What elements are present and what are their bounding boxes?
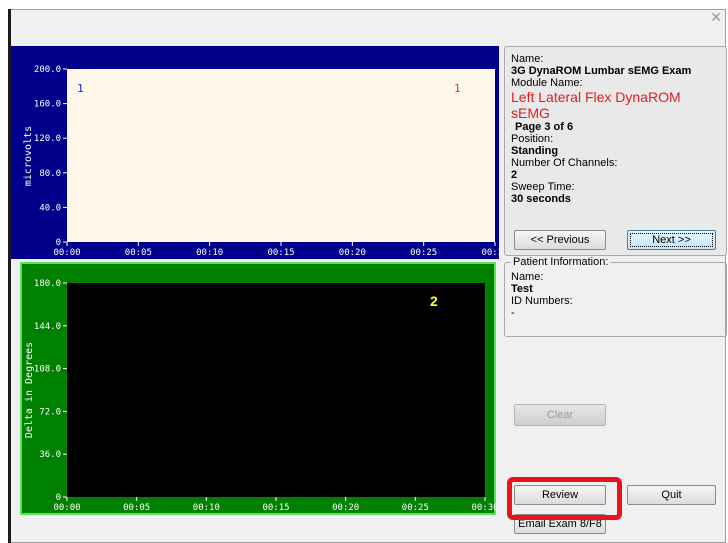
patient-name-value: Test <box>511 283 533 295</box>
semg-y-axis-label: microvolts <box>23 126 34 186</box>
rom-x-tick-label: 00:10 <box>193 503 220 513</box>
semg-x-tick-label: 00:10 <box>196 248 223 258</box>
previous-button[interactable]: << Previous <box>514 230 606 250</box>
rom-plot-area <box>67 283 485 497</box>
rom-y-tick-label: 36.0 <box>39 450 61 460</box>
position-value: Standing <box>511 145 559 157</box>
rom-x-tick-label: 00:00 <box>53 503 80 513</box>
semg-x-tick-label: 00:00 <box>53 248 80 258</box>
module-name-label: Module Name: <box>511 77 583 89</box>
semg-series-marker-right: 1 <box>454 82 461 95</box>
patient-id-label: ID Numbers: <box>511 295 573 307</box>
semg-y-tick-label: 80.0 <box>39 169 61 179</box>
patient-name-label: Name: <box>511 271 544 283</box>
patient-id-value: - <box>511 307 515 319</box>
module-name-value: Left Lateral Flex DynaROM sEMG <box>511 89 681 121</box>
exam-name-value: 3G DynaROM Lumbar sEMG Exam <box>511 65 692 77</box>
semg-y-tick-label: 160.0 <box>34 100 61 110</box>
semg-y-tick-label: 120.0 <box>34 134 61 144</box>
rom-x-tick-label: 00:05 <box>123 503 150 513</box>
semg-series-marker-left: 1 <box>77 82 84 95</box>
rom-y-tick-label: 144.0 <box>34 322 61 332</box>
semg-plot-area <box>67 69 495 242</box>
next-button[interactable]: Next >> <box>627 230 716 250</box>
sweep-time-value: 30 seconds <box>511 193 571 205</box>
clear-button[interactable]: Clear <box>514 404 606 426</box>
semg-x-tick-label: 00:30 <box>481 248 499 258</box>
exam-info-panel: Name: 3G DynaROM Lumbar sEMG Exam Module… <box>504 46 727 256</box>
semg-y-tick-label: 200.0 <box>34 65 61 75</box>
rom-x-tick-label: 00:20 <box>332 503 359 513</box>
channels-value: 2 <box>511 169 518 181</box>
exam-name-label: Name: <box>511 53 544 65</box>
rom-series-marker: 2 <box>430 293 438 309</box>
semg-y-tick-label: 40.0 <box>39 203 61 213</box>
rom-y-axis-label: Delta in Degrees <box>24 342 35 438</box>
rom-y-tick-label: 0 <box>56 493 61 503</box>
sweep-time-label: Sweep Time: <box>511 181 575 193</box>
semg-x-tick-label: 00:25 <box>410 248 437 258</box>
page-indicator: Page 3 of 6 <box>515 121 574 133</box>
rom-x-tick-label: 00:25 <box>402 503 429 513</box>
email-exam-button[interactable]: Email Exam 8/F8 <box>514 514 606 534</box>
semg-chart: 200.0 160.0 120.0 80.0 40.0 0 00:00 00:05 00:10… <box>11 46 499 259</box>
rom-x-tick-label: 00:30 <box>471 503 496 513</box>
semg-x-tick-label: 00:05 <box>125 248 152 258</box>
semg-x-tick-label: 00:15 <box>267 248 294 258</box>
rom-chart: 180.0 144.0 108.0 72.0 36.0 0 00:00 00:05 00:10… <box>20 262 496 515</box>
patient-info-legend: Patient Information: <box>511 256 611 268</box>
close-icon[interactable]: ✕ <box>710 10 722 26</box>
channels-label: Number Of Channels: <box>511 157 618 169</box>
rom-y-tick-label: 72.0 <box>39 407 61 417</box>
semg-y-tick-label: 0 <box>56 238 61 248</box>
review-button[interactable]: Review <box>514 485 606 505</box>
quit-button[interactable]: Quit <box>627 485 716 505</box>
rom-y-tick-label: 180.0 <box>34 279 61 289</box>
semg-x-tick-label: 00:20 <box>339 248 366 258</box>
rom-y-tick-label: 108.0 <box>34 365 61 375</box>
position-label: Position: <box>511 133 554 145</box>
patient-info-panel: Patient Information: Name: Test ID Numbe… <box>504 256 727 337</box>
rom-x-tick-label: 00:15 <box>262 503 289 513</box>
